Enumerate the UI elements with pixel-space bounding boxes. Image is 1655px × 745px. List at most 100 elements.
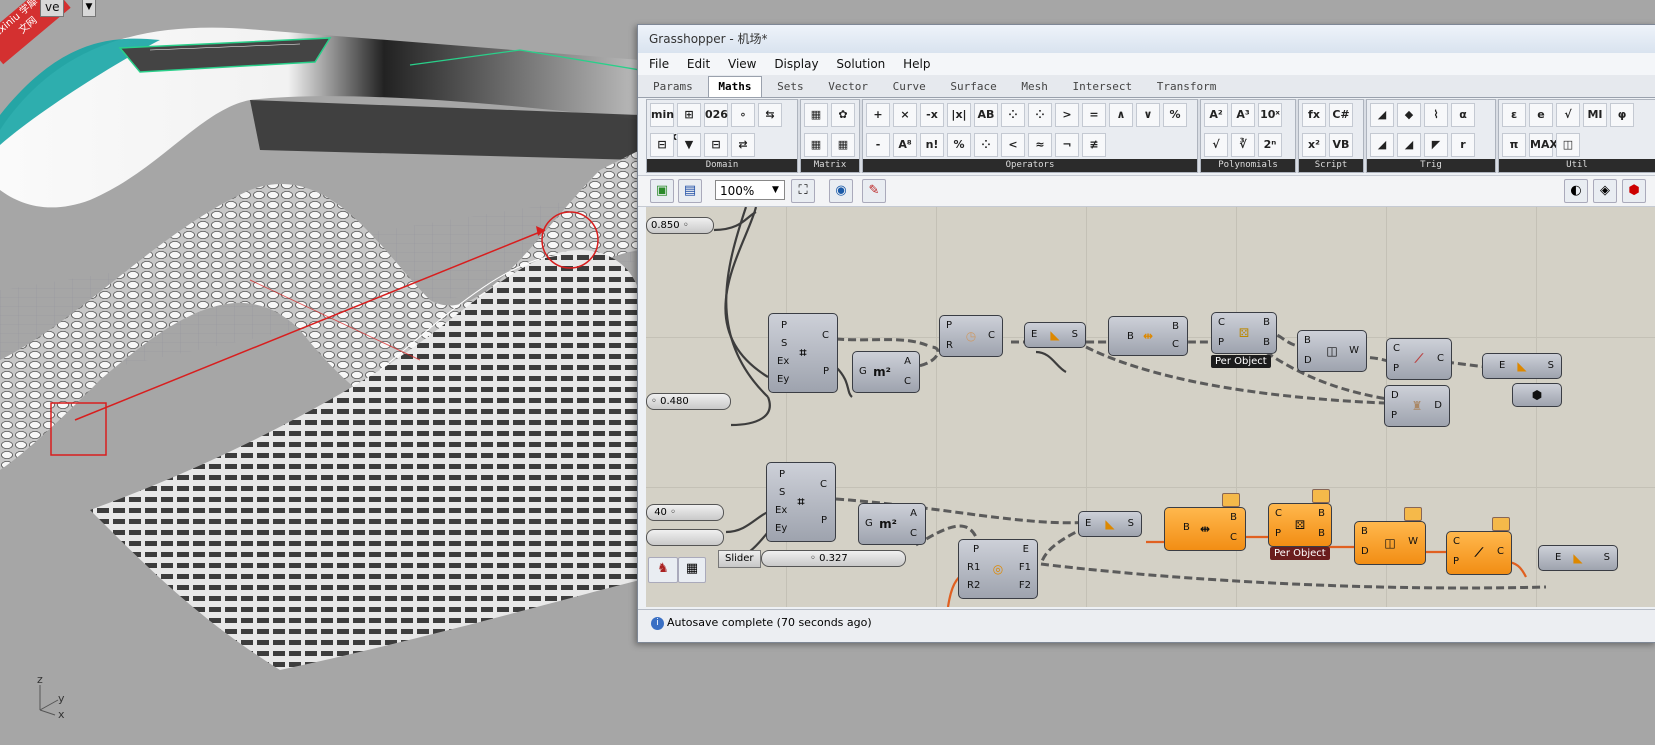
trig-tool-icon[interactable]: α bbox=[1451, 103, 1475, 127]
operators-tool-icon[interactable]: < bbox=[1001, 132, 1025, 157]
menu-display[interactable]: Display bbox=[767, 53, 825, 75]
vector-component-2[interactable]: CPC ⟋ bbox=[1446, 531, 1512, 575]
box-component-2[interactable]: BDW ◫ bbox=[1354, 521, 1426, 565]
util-tool-icon[interactable]: ε bbox=[1502, 103, 1526, 127]
ribbon-group-script-label[interactable]: Script bbox=[1299, 159, 1363, 172]
tab-maths[interactable]: Maths bbox=[708, 76, 762, 97]
tab-surface[interactable]: Surface bbox=[941, 76, 1005, 98]
bounds-component-2[interactable]: BBC ⇹ bbox=[1164, 507, 1246, 551]
polynomials-tool-icon[interactable]: A² bbox=[1204, 103, 1228, 127]
area-component-2[interactable]: GAC m² bbox=[858, 503, 926, 545]
matrix-tool-icon[interactable]: ▦ bbox=[831, 132, 855, 157]
util-tool-icon[interactable]: √ bbox=[1556, 103, 1580, 127]
operators-tool-icon[interactable]: ¬ bbox=[1055, 132, 1079, 157]
trig-tool-icon[interactable]: r bbox=[1451, 132, 1475, 157]
box-component-1[interactable]: BDW ◫ bbox=[1297, 330, 1367, 372]
polynomials-tool-icon[interactable]: 10ˣ bbox=[1258, 103, 1282, 127]
domain-tool-icon[interactable]: ⊟ bbox=[704, 132, 728, 157]
trig-tool-icon[interactable]: ◤ bbox=[1424, 132, 1448, 157]
warning-bubble-icon-2[interactable] bbox=[1312, 489, 1330, 503]
zoom-extents-icon[interactable]: ⛶ bbox=[791, 179, 815, 203]
open-file-icon[interactable]: ▣ bbox=[650, 179, 674, 203]
domain-tool-icon[interactable]: ⇄ bbox=[731, 132, 755, 157]
menu-view[interactable]: View bbox=[721, 53, 763, 75]
matrix-tool-icon[interactable]: ▦ bbox=[804, 103, 828, 127]
deconstruct-component-1[interactable]: DPD ♜ bbox=[1384, 385, 1450, 427]
operators-tool-icon[interactable]: ≈ bbox=[1028, 132, 1052, 157]
tab-mesh[interactable]: Mesh bbox=[1012, 76, 1057, 98]
operators-tool-icon[interactable]: AB bbox=[974, 103, 998, 127]
domain-tool-icon[interactable]: ⊟ bbox=[650, 132, 674, 157]
matrix-tool-icon[interactable]: ✿ bbox=[831, 103, 855, 127]
zoom-dropdown-arrow-icon[interactable]: ▼ bbox=[772, 180, 779, 200]
operators-tool-icon[interactable]: + bbox=[866, 103, 890, 127]
ribbon-group-polynomials-label[interactable]: Polynomials bbox=[1201, 159, 1295, 172]
polynomials-tool-icon[interactable]: 2ⁿ bbox=[1258, 132, 1282, 157]
number-slider-0850[interactable]: 0.850 ◦ bbox=[646, 217, 714, 234]
script-tool-icon[interactable]: fx bbox=[1302, 103, 1326, 127]
operators-tool-icon[interactable]: -x bbox=[920, 103, 944, 127]
mesh-component-1[interactable]: ⬢ bbox=[1512, 383, 1562, 407]
expression-component-4[interactable]: ES ◣ bbox=[1538, 545, 1618, 571]
expression-component-1[interactable]: ES ◣ bbox=[1024, 322, 1086, 348]
ribbon-group-matrix-label[interactable]: Matrix bbox=[801, 159, 859, 172]
expression-component-3[interactable]: ES ◣ bbox=[1078, 511, 1142, 537]
domain-tool-icon[interactable]: ⊞ bbox=[677, 103, 701, 127]
ribbon-group-util-label[interactable]: Util bbox=[1499, 159, 1655, 172]
area-component-1[interactable]: GAC m² bbox=[852, 351, 920, 393]
operators-tool-icon[interactable]: > bbox=[1055, 103, 1079, 127]
domain-tool-icon[interactable]: ⇆ bbox=[758, 103, 782, 127]
trig-tool-icon[interactable]: ◢ bbox=[1397, 132, 1421, 157]
polynomials-tool-icon[interactable]: ∛ bbox=[1231, 132, 1255, 157]
menu-edit[interactable]: Edit bbox=[680, 53, 717, 75]
slider-button[interactable]: Slider bbox=[718, 550, 761, 568]
warning-bubble-icon-3[interactable] bbox=[1404, 507, 1422, 521]
number-slider-0327[interactable]: ◦ 0.327 bbox=[761, 550, 906, 567]
random-component-2[interactable]: CPBB ⚄ bbox=[1268, 503, 1332, 547]
ellipse-component-1[interactable]: P R1 R2 E F1 F2 ◎ bbox=[958, 539, 1038, 599]
polynomials-tool-icon[interactable]: A³ bbox=[1231, 103, 1255, 127]
operators-tool-icon[interactable]: ∨ bbox=[1136, 103, 1160, 127]
warning-bubble-icon-4[interactable] bbox=[1492, 517, 1510, 531]
grasshopper-window[interactable]: Grasshopper - 机场* File Edit View Display… bbox=[637, 24, 1655, 643]
preview-eye-icon[interactable]: ◉ bbox=[829, 179, 853, 203]
viewport-title-tab[interactable]: ve bbox=[40, 0, 65, 17]
menu-solution[interactable]: Solution bbox=[829, 53, 892, 75]
viewport-dropdown-arrow-icon[interactable]: ▼ bbox=[82, 0, 96, 17]
cluster-icon[interactable]: ♞ bbox=[648, 557, 678, 583]
operators-tool-icon[interactable]: % bbox=[947, 132, 971, 157]
vector-component-1[interactable]: CPC ⟋ bbox=[1386, 338, 1452, 380]
number-slider-blank[interactable] bbox=[646, 529, 724, 546]
ribbon-group-domain-label[interactable]: Domain bbox=[647, 159, 797, 172]
menu-file[interactable]: File bbox=[642, 53, 676, 75]
script-tool-icon[interactable]: VB bbox=[1329, 132, 1353, 157]
number-slider-40[interactable]: 40 ◦ bbox=[646, 504, 724, 521]
util-tool-icon[interactable]: MI bbox=[1583, 103, 1607, 127]
tab-vector[interactable]: Vector bbox=[819, 76, 877, 98]
operators-tool-icon[interactable]: A⁸ bbox=[893, 132, 917, 157]
operators-tool-icon[interactable]: - bbox=[866, 132, 890, 157]
selected-preview-icon[interactable]: ⬢ bbox=[1622, 179, 1646, 203]
operators-tool-icon[interactable]: ⁘ bbox=[1028, 103, 1052, 127]
domain-tool-icon[interactable]: 026 bbox=[704, 103, 728, 127]
polynomials-tool-icon[interactable]: √ bbox=[1204, 132, 1228, 157]
surface-divide-component-1[interactable]: P S Ex Ey CP ⌗ bbox=[768, 313, 838, 393]
number-slider-0480[interactable]: ◦ 0.480 bbox=[646, 393, 731, 410]
util-tool-icon[interactable]: MAX bbox=[1529, 132, 1558, 157]
tab-sets[interactable]: Sets bbox=[768, 76, 813, 98]
operators-tool-icon[interactable]: = bbox=[1082, 103, 1106, 127]
trig-tool-icon[interactable]: ◢ bbox=[1370, 103, 1394, 127]
trig-tool-icon[interactable]: ◆ bbox=[1397, 103, 1421, 127]
bounds-component-1[interactable]: BBC ⇹ bbox=[1108, 316, 1188, 356]
operators-tool-icon[interactable]: ∧ bbox=[1109, 103, 1133, 127]
operators-tool-icon[interactable]: n! bbox=[920, 132, 944, 157]
tab-intersect[interactable]: Intersect bbox=[1063, 76, 1141, 98]
shaded-preview-icon[interactable]: ◈ bbox=[1593, 179, 1617, 203]
expression-component-2[interactable]: ES ◣ bbox=[1482, 353, 1562, 379]
random-component-1[interactable]: CPBB ⚄ bbox=[1211, 312, 1277, 354]
panel-icon[interactable]: ▦ bbox=[678, 557, 706, 583]
tab-curve[interactable]: Curve bbox=[884, 76, 935, 98]
preview-mode-icon[interactable]: ◐ bbox=[1564, 179, 1588, 203]
operators-tool-icon[interactable]: ≢ bbox=[1082, 132, 1106, 157]
domain-tool-icon[interactable]: min max bbox=[650, 103, 677, 143]
